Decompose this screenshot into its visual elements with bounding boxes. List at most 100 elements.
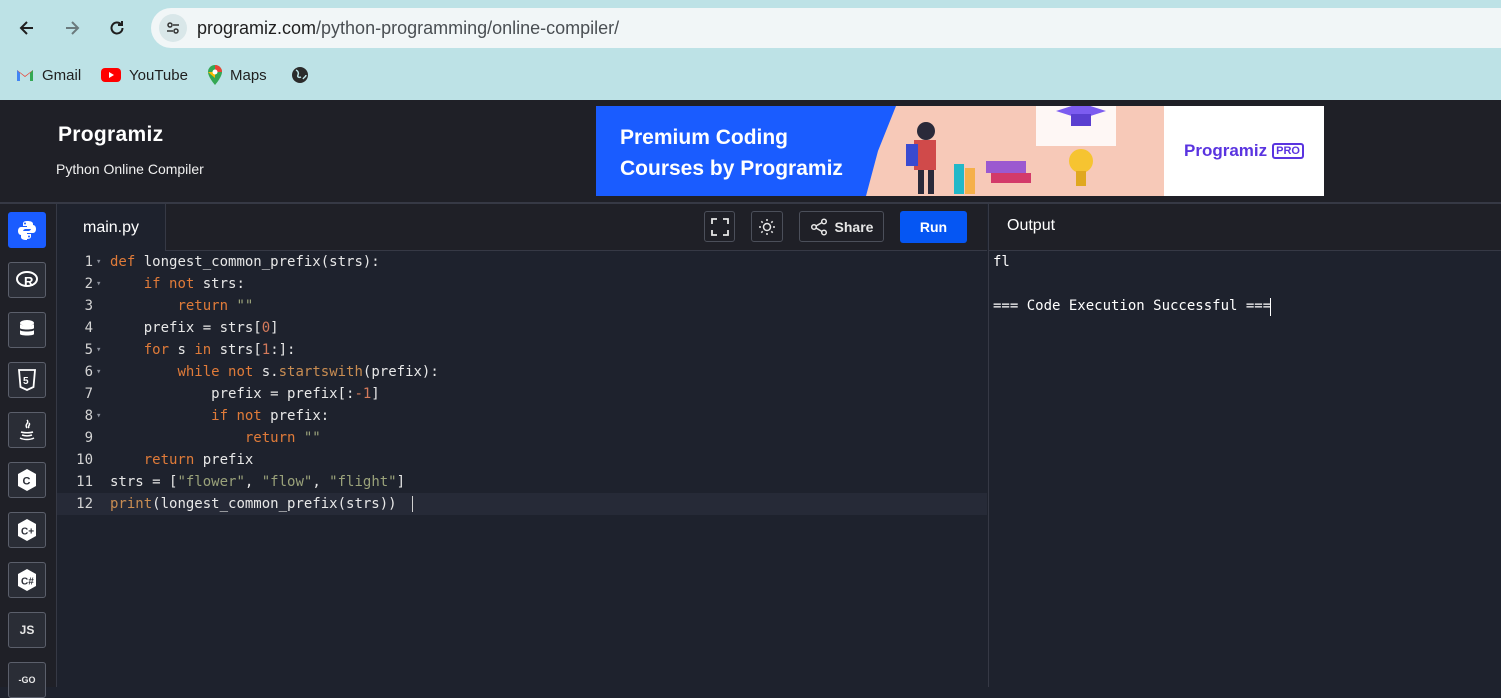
code-text: return prefix <box>143 452 254 468</box>
run-button[interactable]: Run <box>900 211 967 243</box>
output-cursor <box>1270 298 1271 316</box>
python-language-button[interactable] <box>8 212 46 248</box>
code-text: return "" <box>177 298 254 314</box>
pro-badge: PRO <box>1272 143 1304 159</box>
fullscreen-button[interactable] <box>704 211 735 242</box>
share-label: Share <box>834 218 874 235</box>
programiz-logo[interactable]: Programiz <box>58 123 163 147</box>
c-language-button[interactable]: C <box>8 462 46 498</box>
bookmark-youtube[interactable]: YouTube <box>101 64 188 86</box>
output-title: Output <box>1007 217 1056 234</box>
site-header: Programiz Python Online Compiler Premium… <box>0 100 1501 204</box>
line-number: 11 <box>76 474 93 490</box>
banner-headline: Premium Coding Courses by Programiz <box>620 122 843 184</box>
theme-toggle-button[interactable] <box>751 211 783 242</box>
forward-arrow-icon <box>66 21 80 35</box>
banner-illustration <box>866 106 1166 196</box>
bookmark-gmail[interactable]: Gmail <box>16 64 81 86</box>
code-line[interactable]: 2 ▾ if not strs: <box>57 273 987 295</box>
share-icon <box>810 217 827 236</box>
line-number: 5 <box>84 342 93 358</box>
output-panel[interactable]: fl === Code Execution Successful === <box>988 251 1501 687</box>
output-line: === Code Execution Successful === <box>993 298 1272 314</box>
back-arrow-icon <box>19 21 33 35</box>
back-button[interactable] <box>10 11 44 45</box>
fold-chevron-icon[interactable]: ▾ <box>96 405 101 427</box>
fold-chevron-icon[interactable]: ▾ <box>96 361 101 383</box>
editor-toolbar: main.py Share Run <box>57 204 987 251</box>
code-editor[interactable]: 1 ▾ def longest_common_prefix(strs): 2 ▾ if … <box>57 251 987 687</box>
code-line[interactable]: 10 return prefix <box>57 449 987 471</box>
bookmark-maps[interactable]: Maps <box>208 64 267 86</box>
js-icon: JS <box>19 623 35 637</box>
cpp-language-button[interactable]: C+ <box>8 512 46 548</box>
go-icon: -GO <box>18 675 36 685</box>
html-language-button[interactable]: 5 <box>8 362 46 398</box>
java-icon <box>19 419 35 441</box>
code-text: prefix = strs[0] <box>110 320 279 336</box>
svg-text:C: C <box>23 476 31 488</box>
fold-chevron-icon[interactable]: ▾ <box>96 251 101 273</box>
site-info-button[interactable] <box>159 14 187 42</box>
forward-button[interactable] <box>55 11 89 45</box>
code-text: return "" <box>244 430 321 446</box>
database-icon <box>20 320 34 336</box>
share-button[interactable]: Share <box>799 211 884 242</box>
line-number: 10 <box>76 452 93 468</box>
code-text: prefix = prefix[:-1] <box>110 386 380 402</box>
code-line[interactable]: 7 prefix = prefix[:-1] <box>57 383 987 405</box>
r-language-button[interactable]: R <box>8 262 46 298</box>
code-text: while not s.startswith(prefix): <box>177 364 439 380</box>
bookmark-label: YouTube <box>129 66 188 84</box>
line-number: 4 <box>84 320 93 336</box>
banner-line-2: Courses by Programiz <box>620 157 843 180</box>
bookmark-globe[interactable] <box>291 64 309 86</box>
csharp-icon: C# <box>18 569 36 591</box>
code-line[interactable]: 9 return "" <box>57 427 987 449</box>
fullscreen-icon <box>710 217 729 236</box>
line-number: 1 <box>84 254 93 270</box>
url-text[interactable]: programiz.com/python-programming/online-… <box>197 18 619 39</box>
svg-text:C#: C# <box>21 577 34 588</box>
csharp-language-button[interactable]: C# <box>8 562 46 598</box>
code-text: if not prefix: <box>211 408 330 424</box>
java-language-button[interactable] <box>8 412 46 448</box>
url-host: programiz.com <box>197 18 317 38</box>
sql-language-button[interactable] <box>8 312 46 348</box>
code-text: if not strs: <box>143 276 245 292</box>
code-line[interactable]: 12 print(longest_common_prefix(strs)) <box>57 493 987 515</box>
banner-line-1: Premium Coding <box>620 126 789 149</box>
python-icon <box>18 221 36 240</box>
code-line[interactable]: 5 ▾ for s in strs[1:]: <box>57 339 987 361</box>
address-bar[interactable]: programiz.com/python-programming/online-… <box>151 8 1501 48</box>
line-number: 12 <box>76 496 93 512</box>
code-line[interactable]: 8 ▾ if not prefix: <box>57 405 987 427</box>
html5-icon: 5 <box>18 369 36 391</box>
language-sidebar: R 5 C C+ C# JS -GO <box>0 204 57 698</box>
line-number: 9 <box>84 430 93 446</box>
code-line[interactable]: 3 return "" <box>57 295 987 317</box>
line-number: 6 <box>84 364 93 380</box>
url-path: /python-programming/online-compiler/ <box>316 18 620 38</box>
fold-chevron-icon[interactable]: ▾ <box>96 339 101 361</box>
maps-icon <box>208 65 222 85</box>
svg-text:R: R <box>24 274 34 289</box>
fold-chevron-icon[interactable]: ▾ <box>96 273 101 295</box>
browser-chrome: programiz.com/python-programming/online-… <box>0 0 1501 100</box>
promo-banner[interactable]: Premium Coding Courses by Programiz Prog… <box>596 106 1324 196</box>
tab-main-py[interactable]: main.py <box>57 204 166 251</box>
go-language-button[interactable]: -GO <box>8 662 46 698</box>
reload-button[interactable] <box>100 11 134 45</box>
text-cursor <box>412 496 413 512</box>
js-language-button[interactable]: JS <box>8 612 46 648</box>
cpp-icon: C+ <box>18 519 36 541</box>
code-line[interactable]: 6 ▾ while not s.startswith(prefix): <box>57 361 987 383</box>
code-text: print(longest_common_prefix(strs)) <box>110 496 397 512</box>
code-line[interactable]: 1 ▾ def longest_common_prefix(strs): <box>57 251 987 273</box>
svg-text:C+: C+ <box>21 527 34 538</box>
gmail-icon <box>17 70 33 81</box>
globe-icon <box>292 67 308 83</box>
code-line[interactable]: 11 strs = ["flower", "flow", "flight"] <box>57 471 987 493</box>
code-line[interactable]: 4 prefix = strs[0] <box>57 317 987 339</box>
code-text: def longest_common_prefix(strs): <box>110 254 380 270</box>
